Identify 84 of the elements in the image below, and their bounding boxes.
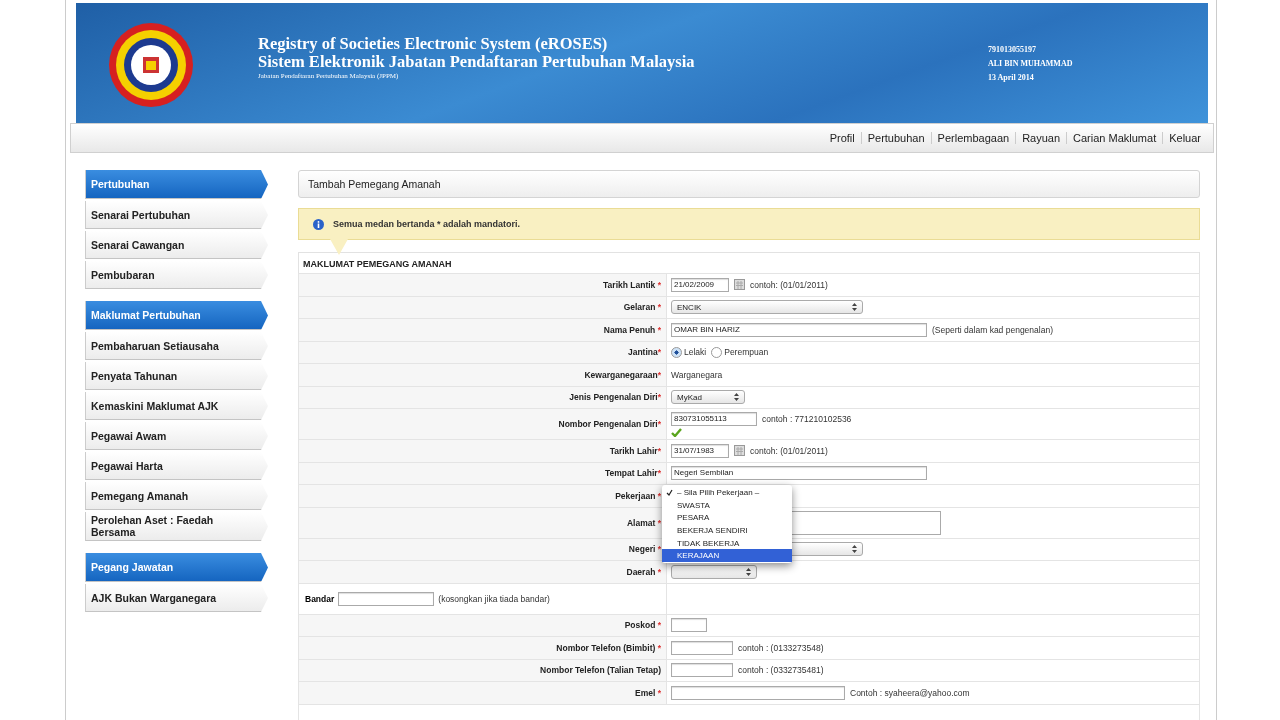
user-id: 791013055197 xyxy=(988,44,1037,56)
field-label: Jantina* xyxy=(627,347,661,358)
text-field[interactable] xyxy=(671,618,707,633)
hint-text: contoh : 771210102536 xyxy=(762,413,852,424)
field-label: Tarikh Lantik * xyxy=(603,279,661,290)
field-label: Kewarganegaraan* xyxy=(584,369,661,380)
hint-text: (Seperti dalam kad pengenalan) xyxy=(932,324,1053,335)
field-label: Daerah * xyxy=(626,566,661,577)
field-label: Bandar xyxy=(305,593,335,604)
dropdown-option[interactable]: SWASTA xyxy=(662,498,792,512)
sidebar-item[interactable]: Pemegang Amanah xyxy=(85,482,268,510)
text-field[interactable] xyxy=(671,640,733,655)
select-field[interactable]: ENCIK xyxy=(671,300,863,315)
sidebar-header[interactable]: Pertubuhan xyxy=(85,170,268,199)
sidebar-header[interactable]: Maklumat Pertubuhan xyxy=(85,301,268,330)
hint-text: contoh: (01/01/2011) xyxy=(750,445,828,456)
field-label: Pekerjaan * xyxy=(615,490,661,501)
field-value: Warganegara xyxy=(671,369,723,380)
field-label: Nombor Telefon (Talian Tetap) xyxy=(540,665,661,676)
nav-link[interactable]: Perlembagaan xyxy=(930,132,1016,144)
info-icon xyxy=(313,218,324,230)
sidebar-item[interactable]: Senarai Pertubuhan xyxy=(85,201,268,229)
nav-link[interactable]: Profil xyxy=(823,132,861,144)
date-field[interactable]: 31/07/1983 xyxy=(671,443,729,458)
field-label: Tempat Lahir* xyxy=(604,468,661,479)
text-field[interactable] xyxy=(671,685,845,700)
hint-text: contoh : (0332735481) xyxy=(738,665,824,676)
section-title: MAKLUMAT PEMEGANG AMANAH xyxy=(298,252,1200,273)
field-label: Nombor Pengenalan Diri* xyxy=(558,419,661,429)
field-label: Nama Penuh * xyxy=(603,324,661,335)
notice-text: Semua medan bertanda * adalah mandatori. xyxy=(333,219,521,229)
sidebar-item[interactable]: Pembaharuan Setiausaha xyxy=(85,332,268,360)
select-arrows-icon xyxy=(734,393,739,402)
field-label: Poskod * xyxy=(624,620,661,631)
hint-text: contoh : (0133273548) xyxy=(738,642,824,653)
page-title: Tambah Pemegang Amanah xyxy=(298,170,1200,198)
sidebar-item[interactable]: Pegawai Harta xyxy=(85,452,268,480)
sidebar-item[interactable]: Perolehan Aset : Faedah Bersama xyxy=(85,512,268,541)
nav-link[interactable]: Pertubuhan xyxy=(860,132,931,144)
sidebar-item[interactable]: Pegawai Awam xyxy=(85,422,268,450)
site-title: Registry of Societies Electronic System (eROSES) xyxy=(258,35,609,53)
sidebar-header[interactable]: Pegang Jawatan xyxy=(85,553,268,582)
sidebar-item[interactable]: AJK Bukan Warganegara xyxy=(85,584,268,612)
select-arrows-icon xyxy=(746,567,751,576)
field-label: Gelaran * xyxy=(623,302,661,313)
hint-text: contoh: (01/01/2011) xyxy=(750,279,828,290)
nav-link[interactable]: Keluar xyxy=(1162,132,1207,144)
select-arrows-icon xyxy=(852,545,857,554)
site-title: Sistem Elektronik Jabatan Pendaftaran Pertubuhan Malaysia xyxy=(258,53,696,71)
dropdown-option[interactable]: BEKERJA SENDIRI xyxy=(662,524,792,537)
dropdown-option[interactable]: – Sila Pilih Pekerjaan – xyxy=(662,486,792,499)
date-text: 13 April 2014 xyxy=(988,72,1035,84)
text-field[interactable]: 830731055113 xyxy=(671,411,757,426)
select-field[interactable] xyxy=(671,564,757,579)
hint-text: Contoh : syaheera@yahoo.com xyxy=(850,687,970,698)
text-field[interactable]: OMAR BIN HARIZ xyxy=(671,322,927,337)
radio-option[interactable]: Lelaki xyxy=(671,346,707,358)
text-field[interactable] xyxy=(338,591,435,606)
select-arrows-icon xyxy=(852,303,857,312)
field-label: Tarikh Lahir* xyxy=(609,445,661,456)
radio-option[interactable]: Perempuan xyxy=(711,346,769,358)
nav-link[interactable]: Rayuan xyxy=(1015,132,1067,144)
dropdown-option[interactable]: PESARA xyxy=(662,511,792,525)
sidebar-item[interactable]: Penyata Tahunan xyxy=(85,362,268,390)
field-label: Negeri * xyxy=(628,544,661,555)
calendar-icon[interactable] xyxy=(734,445,745,457)
date-field[interactable]: 21/02/2009 xyxy=(671,277,729,292)
field-label: Alamat * xyxy=(627,517,661,528)
field-label: Jenis Pengenalan Diri* xyxy=(569,392,661,403)
text-field[interactable]: Negeri Sembilan xyxy=(671,466,927,481)
dropdown-option[interactable]: TIDAK BEKERJA xyxy=(662,536,792,550)
text-field[interactable] xyxy=(671,663,733,678)
field-label: Emel * xyxy=(635,687,661,698)
nav-link[interactable]: Carian Maklumat xyxy=(1066,132,1163,144)
sidebar-item[interactable]: Senarai Cawangan xyxy=(85,231,268,259)
field-label: Nombor Telefon (Bimbit) * xyxy=(556,642,661,653)
check-icon xyxy=(666,488,673,496)
user-name: ALI BIN MUHAMMAD xyxy=(988,58,1073,70)
calendar-icon[interactable] xyxy=(734,279,745,291)
dropdown-option[interactable]: KERAJAAN xyxy=(662,549,792,563)
hint-text: (kosongkan jika tiada bandar) xyxy=(438,593,550,604)
sidebar-item[interactable]: Kemaskini Maklumat AJK xyxy=(85,392,268,420)
select-field[interactable]: MyKad xyxy=(671,390,745,405)
sidebar-item[interactable]: Pembubaran xyxy=(85,261,268,289)
